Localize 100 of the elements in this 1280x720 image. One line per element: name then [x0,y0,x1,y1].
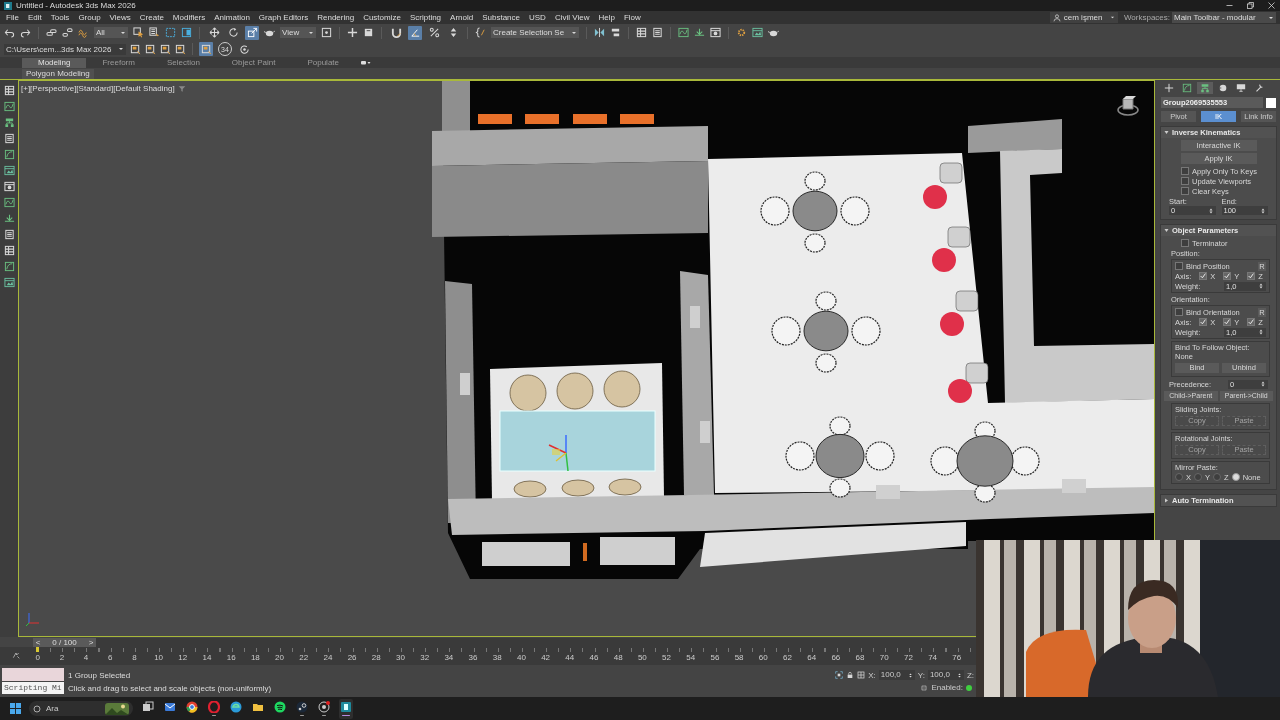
menu-item[interactable]: Arnold [450,13,474,22]
layer-table-icon[interactable] [636,27,647,38]
taskbar-app[interactable] [339,698,353,719]
menu-item[interactable]: Flow [623,13,641,22]
percent-snap-button[interactable] [427,25,441,40]
menu-item[interactable]: Customize [363,13,401,22]
menu-item[interactable]: USD [529,13,546,22]
ribbon-tab[interactable]: Object Paint [215,57,292,68]
menu-item[interactable]: Group [78,13,101,22]
checkbox[interactable] [1181,177,1189,185]
checkbox[interactable] [1223,272,1232,280]
spinner-arrows-icon[interactable] [907,672,913,678]
sidebar-tool-icon[interactable] [3,213,15,224]
sidebar-tool-icon[interactable] [3,149,15,160]
key-filter-icon[interactable] [11,651,20,659]
spinner-arrows-icon[interactable] [1258,329,1264,335]
radio-button[interactable] [1175,473,1183,481]
start-icon[interactable] [10,703,21,714]
move-button[interactable] [207,25,221,40]
teapot-icon[interactable] [264,27,275,38]
angle-snap-button[interactable] [408,25,422,40]
select-by-name-icon[interactable] [149,27,160,38]
menu-item[interactable]: Views [109,13,131,22]
filter-icon[interactable] [177,84,186,93]
restore-icon[interactable] [1246,1,1255,10]
refresh-button[interactable] [237,42,251,56]
ribbon-tab[interactable]: Selection [150,57,216,68]
spinner-arrows-icon[interactable] [1207,207,1214,214]
ribbon-options-icon[interactable] [361,59,371,66]
taskbar-app[interactable] [317,698,331,719]
crosshair-icon[interactable] [347,27,358,38]
unlink-icon[interactable] [62,27,73,38]
project-folder-dropdown[interactable]: C:\Users\cem...3ds Max 2026 [4,43,126,55]
menu-item[interactable]: Create [139,13,164,22]
selection-filter-dropdown[interactable]: All [94,27,128,38]
menu-item[interactable]: Animation [214,13,250,22]
next-frame-button[interactable]: > [88,637,94,647]
menu-item[interactable]: Scripting [409,13,442,22]
mini-listener-field[interactable]: Scripting Mi [2,682,64,694]
ribbon-tab[interactable]: Modeling [22,57,87,68]
select-object-icon[interactable] [133,27,144,38]
save-icon[interactable] [160,43,171,55]
search-box[interactable]: Ara [29,701,133,716]
object-color-swatch[interactable] [1266,97,1276,108]
checkbox[interactable] [1181,187,1189,195]
sidebar-tool-icon[interactable] [3,277,15,288]
reference-coordinate-dropdown[interactable]: View [280,27,316,38]
menu-item[interactable]: Help [598,13,615,22]
menu-item[interactable]: Substance [482,13,520,22]
gear-icon[interactable] [736,27,747,38]
coordinate-field[interactable]: 100,0 [927,670,964,680]
undo-icon[interactable] [4,27,15,38]
checkbox[interactable] [1181,167,1189,175]
checkbox[interactable] [1199,272,1208,280]
menu-item[interactable]: Tools [50,13,70,22]
search-field[interactable]: Ara [46,704,96,713]
named-selection-dropdown[interactable]: Create Selection Se [491,27,579,38]
sidebar-tool-icon[interactable] [3,117,15,128]
radio-button[interactable] [1213,473,1222,481]
align-icon[interactable] [610,27,621,38]
radio-button[interactable] [1194,473,1202,481]
spinner-arrows-icon[interactable] [1260,381,1266,387]
material-editor-icon[interactable] [710,27,721,38]
scale-button[interactable] [245,25,259,40]
ribbon-panel-title[interactable]: Polygon Modeling [22,68,94,79]
pivot-center-icon[interactable] [321,27,332,38]
menu-item[interactable]: Graph Editors [258,13,309,22]
rectangle-selection-icon[interactable] [165,27,176,38]
viewcube-icon[interactable] [1117,95,1139,117]
menu-item[interactable]: Edit [27,13,42,22]
named-selection-icon[interactable] [475,27,486,38]
time-slider-track[interactable]: < 0 / 100 > [33,637,976,647]
user-account-menu[interactable]: cem işmen [1049,12,1118,23]
curve-editor-icon[interactable] [678,27,689,38]
rotate-button[interactable] [226,25,240,40]
adaptive-degradation-icon[interactable] [920,683,929,692]
render-teapot-icon[interactable] [768,27,779,38]
menu-item[interactable]: Rendering [317,13,355,22]
hierarchy-tab[interactable] [1197,82,1213,94]
wave-icon[interactable] [78,27,89,38]
mirror-icon[interactable] [594,27,605,38]
checkbox[interactable] [1247,318,1256,326]
close-icon[interactable] [1267,1,1276,10]
sidebar-tool-icon[interactable] [3,261,15,272]
window-crossing-icon[interactable] [181,27,192,38]
checkbox[interactable] [1199,318,1208,326]
sidebar-tool-icon[interactable] [3,181,15,192]
checkbox[interactable] [1175,308,1183,316]
time-slider-thumb[interactable]: < 0 / 100 > [33,637,96,647]
sidebar-tool-icon[interactable] [3,197,15,208]
checkbox[interactable] [1223,318,1232,326]
menu-item[interactable]: Civil View [554,13,590,22]
sidebar-tool-icon[interactable] [3,85,15,96]
panel-list-icon[interactable] [652,27,663,38]
lock-icon[interactable] [846,671,855,679]
redo-icon[interactable] [20,27,31,38]
radio-button[interactable] [1231,473,1240,481]
ribbon-tab[interactable]: Populate [291,57,355,68]
archive-icon[interactable] [175,43,186,55]
checkbox[interactable] [1247,272,1256,280]
